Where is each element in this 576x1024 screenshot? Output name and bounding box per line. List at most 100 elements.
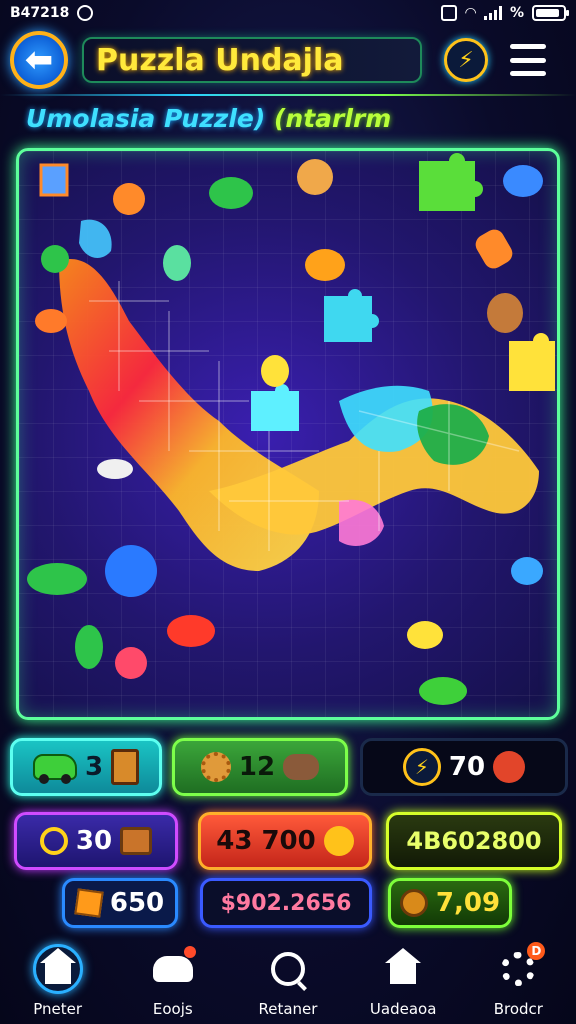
menu-button[interactable] <box>510 44 546 76</box>
battery-fill <box>536 9 559 17</box>
critter-bottle <box>475 229 513 269</box>
critter-leaf <box>35 309 67 333</box>
critter-icon <box>493 751 526 783</box>
badge-d: D <box>527 942 546 960</box>
critter-lantern <box>163 245 191 281</box>
header: ⬅ Puzzla Undajla ⚡ <box>10 31 566 89</box>
loose-piece-green <box>419 153 483 211</box>
energy-value: 70 <box>448 752 486 782</box>
nav-item-settings[interactable]: D Brodcr <box>463 942 573 1018</box>
boxes-counter[interactable]: 650 <box>62 878 178 928</box>
subtitle-extra: (ntarlrm <box>274 104 392 133</box>
battery-percent-label: % <box>509 5 524 21</box>
menu-line <box>510 57 546 63</box>
notification-icon <box>77 5 94 21</box>
loose-piece-orange <box>113 183 145 215</box>
home-icon <box>32 944 83 994</box>
money-value: $902.2656 <box>220 890 352 916</box>
menu-line <box>510 44 546 49</box>
header-divider <box>0 94 576 96</box>
critter-green-head <box>41 245 69 273</box>
bottom-nav: Pneter Eoojs Retaner Uadeaoa D Brodcr <box>0 940 576 1024</box>
wifi-icon: ◠ <box>465 5 476 21</box>
nav-label: Eoojs <box>152 1000 193 1018</box>
back-arrow-icon: ⬅ <box>24 40 54 80</box>
power-button[interactable]: ⚡ <box>444 38 488 82</box>
cube-icon <box>74 888 104 918</box>
page-title: Puzzla Undajla <box>96 42 344 78</box>
cars-counter[interactable]: 3 <box>10 738 162 796</box>
critter-turtle <box>419 677 467 705</box>
critter-fish <box>167 615 215 647</box>
chick-icon <box>323 826 354 856</box>
notification-dot <box>183 946 196 958</box>
bear-icon <box>283 754 320 780</box>
house-shape <box>385 948 422 984</box>
critter-shell <box>97 459 133 479</box>
status-time: B47218 <box>10 5 70 21</box>
pieces-value: 12 <box>238 752 276 782</box>
nav-label: Pneter <box>33 1000 82 1018</box>
nav-item-house[interactable]: Uadeaoa <box>348 944 458 1018</box>
coins-counter[interactable]: 30 <box>14 812 178 870</box>
car-icon <box>32 754 77 784</box>
loose-piece-yellow <box>509 333 555 391</box>
coins-value: 30 <box>75 826 113 856</box>
puzzle-subtitle: Umolasia Puzzle) (ntarlrm <box>26 104 566 133</box>
loose-piece-cyan <box>324 289 379 342</box>
loose-piece-blue <box>105 545 157 597</box>
search-icon <box>263 944 313 994</box>
time-counter[interactable]: 7,09 <box>388 878 512 928</box>
gear-icon: D <box>493 942 546 994</box>
map-region-blue <box>79 219 112 258</box>
nav-label: Brodcr <box>493 1000 543 1018</box>
score-counter[interactable]: 43 700 <box>198 812 372 870</box>
money-counter[interactable]: $902.2656 <box>200 878 372 928</box>
nav-item-pets[interactable]: Eoojs <box>118 944 228 1018</box>
cog-piece-icon <box>200 752 231 782</box>
house-icon <box>378 944 428 994</box>
critter-green-car <box>27 563 87 595</box>
nav-label: Uadeaoa <box>369 1000 437 1018</box>
house-shape <box>39 948 76 984</box>
loose-piece-cyan-2 <box>251 384 299 431</box>
critter-robot <box>297 159 333 195</box>
status-left: B47218 <box>10 5 94 21</box>
cars-value: 3 <box>84 752 104 782</box>
energy-counter[interactable]: ⚡ 70 <box>360 738 568 796</box>
title-bar: Puzzla Undajla <box>82 37 422 83</box>
signal-icon <box>483 6 502 20</box>
nfc-icon <box>441 5 458 21</box>
menu-line <box>510 71 546 76</box>
critter-green-blob <box>209 177 253 209</box>
loose-piece-red <box>115 647 147 679</box>
chest-icon <box>120 827 153 855</box>
critter-sun <box>305 249 345 281</box>
battery-icon <box>532 5 569 21</box>
critter-monkey <box>487 293 523 333</box>
door-icon <box>111 749 140 785</box>
nav-item-home[interactable]: Pneter <box>3 944 113 1018</box>
time-value: 7,09 <box>435 888 501 918</box>
status-right: ◠ % <box>441 5 569 21</box>
bolt-icon: ⚡ <box>402 748 441 786</box>
critter-bird <box>503 165 543 197</box>
clock-icon <box>399 889 428 917</box>
critter-dino <box>75 625 103 669</box>
puzzle-board[interactable] <box>16 148 560 720</box>
boxes-value: 650 <box>109 888 165 918</box>
dog-shape <box>152 956 193 982</box>
total-value: 4B602800 <box>406 827 542 855</box>
subtitle-main: Umolasia Puzzle) <box>26 104 266 133</box>
map-region-pink <box>339 499 384 546</box>
total-counter[interactable]: 4B602800 <box>386 812 562 870</box>
critter-bluebird <box>511 557 543 585</box>
critter-yellow <box>407 621 443 649</box>
nav-label: Retaner <box>258 1000 318 1018</box>
pet-icon <box>148 944 198 994</box>
bolt-icon: ⚡ <box>458 47 474 73</box>
critter-house <box>39 163 69 197</box>
pieces-counter[interactable]: 12 <box>172 738 348 796</box>
nav-item-search[interactable]: Retaner <box>233 944 343 1018</box>
back-button[interactable]: ⬅ <box>10 31 68 89</box>
